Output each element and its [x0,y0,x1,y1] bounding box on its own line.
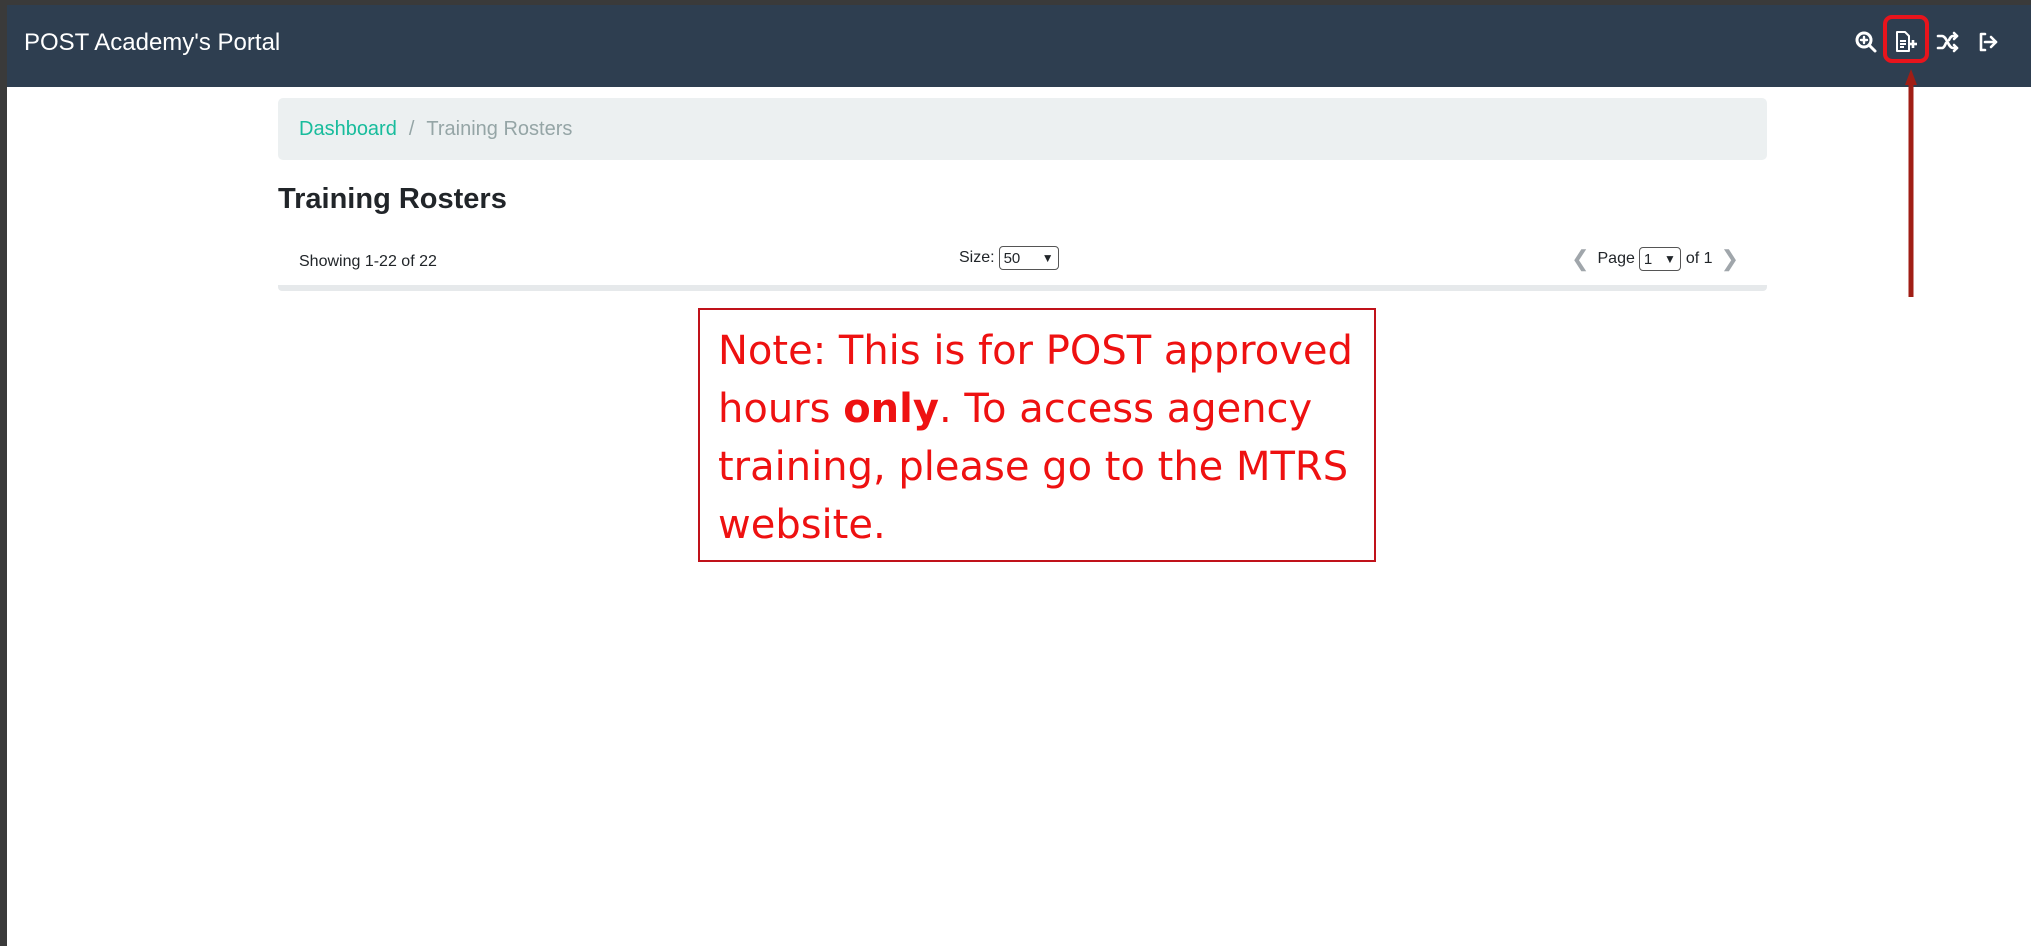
browser-viewport: POST Academy's Portal Dashboard / Traini… [7,5,2031,946]
page-label: Page [1597,250,1635,267]
chevron-right-icon[interactable]: ❯ [1713,246,1747,272]
logout-icon[interactable] [1973,27,2003,57]
toolbar-divider [278,285,1767,291]
note-text-bold: only [843,386,939,432]
list-toolbar: Showing 1-22 of 22 Size: 50 ▼ ❮ Page 1 ▼… [278,240,1767,286]
page-size-control: Size: 50 ▼ [959,246,1059,270]
size-label: Size: [959,249,995,266]
page-select[interactable]: 1 ▼ [1638,247,1681,271]
annotation-note: Note: This is for POST approved hours on… [698,308,1376,562]
pagination: ❮ Page 1 ▼ of 1 ❯ [1563,246,1747,272]
search-zoom-icon[interactable] [1851,27,1881,57]
results-count: Showing 1-22 of 22 [299,253,437,270]
chevron-left-icon[interactable]: ❮ [1563,246,1597,272]
page-total: of 1 [1685,250,1713,267]
breadcrumb-separator: / [408,117,415,140]
page-size-select[interactable]: 50 ▼ [998,246,1059,270]
highlight-box [1883,15,1929,63]
chevron-down-icon: ▼ [1663,252,1676,266]
page-title: Training Rosters [278,183,507,215]
breadcrumb-current: Training Rosters [426,117,573,140]
shuffle-icon[interactable] [1933,27,1963,57]
top-navbar: POST Academy's Portal [7,5,2031,87]
breadcrumb-dashboard-link[interactable]: Dashboard [299,118,397,141]
annotation-arrow [1905,69,1917,297]
page-size-value: 50 [1003,249,1021,267]
chevron-down-icon: ▼ [1041,251,1054,265]
breadcrumb: Dashboard / Training Rosters [278,98,1767,160]
page-value: 1 [1643,250,1653,268]
app-title[interactable]: POST Academy's Portal [24,29,280,57]
